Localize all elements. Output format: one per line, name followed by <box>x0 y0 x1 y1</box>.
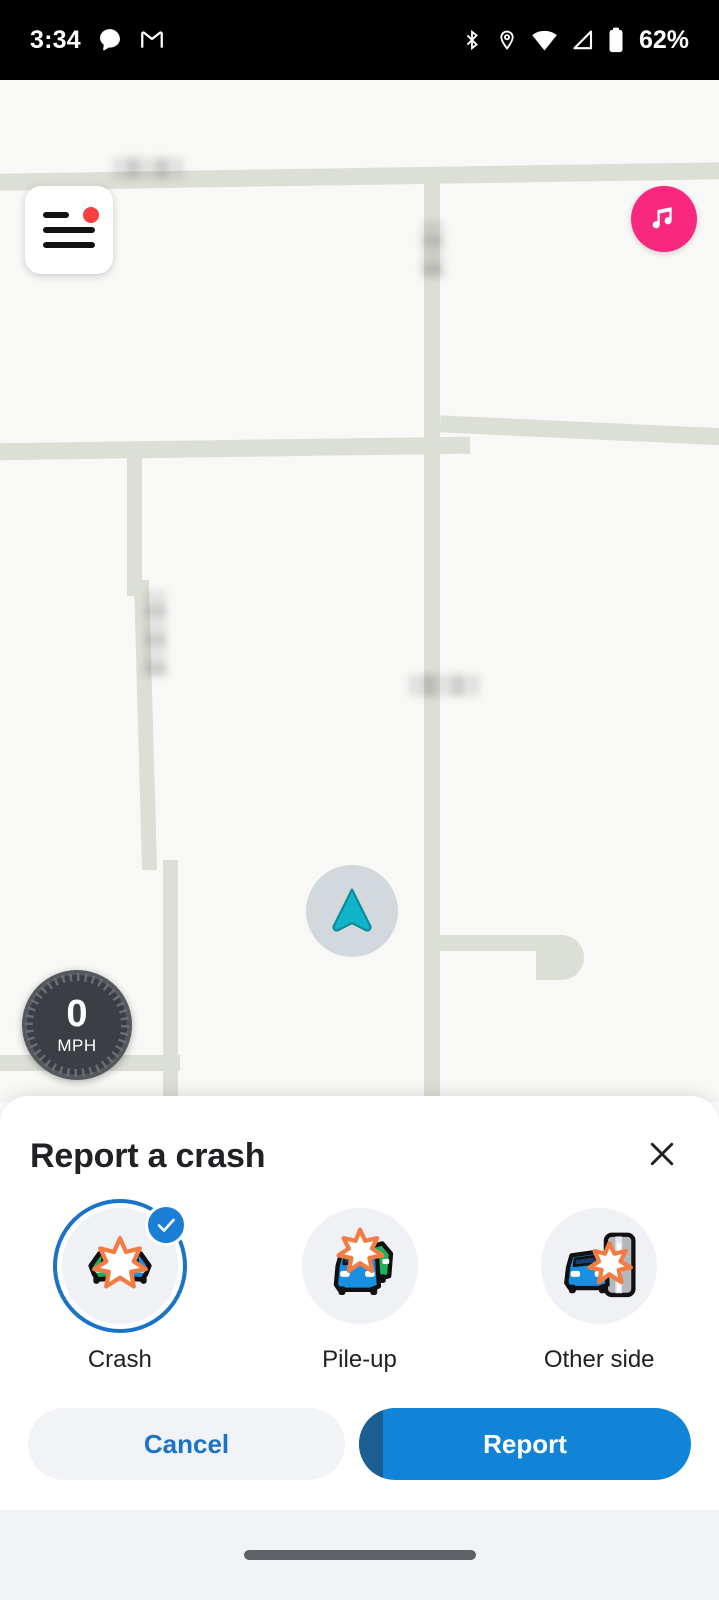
menu-button[interactable] <box>25 186 113 274</box>
status-bar-clock: 3:34 <box>30 26 81 55</box>
crash-type-option-other-side[interactable]: Other side <box>479 1208 719 1374</box>
home-indicator[interactable] <box>244 1550 476 1560</box>
report-button-label: Report <box>483 1429 567 1460</box>
close-button[interactable] <box>635 1129 689 1183</box>
close-icon <box>644 1136 680 1177</box>
crash-type-options: Crash <box>0 1208 719 1374</box>
cancel-button[interactable]: Cancel <box>28 1408 345 1480</box>
battery-icon <box>608 27 624 53</box>
cancel-button-label: Cancel <box>144 1429 229 1460</box>
status-bar-right: 62% <box>461 26 689 55</box>
option-icon-circle[interactable] <box>62 1208 178 1324</box>
map-road <box>440 415 719 445</box>
status-bar-left: 3:34 <box>30 26 165 55</box>
map-street-label: ░▒░▒░ <box>408 675 480 697</box>
map-road <box>0 437 470 461</box>
option-icon-circle[interactable] <box>302 1208 418 1324</box>
speedometer-value: 0 <box>66 995 87 1033</box>
map-road <box>127 452 142 596</box>
option-label: Pile-up <box>322 1346 397 1374</box>
bluetooth-icon <box>461 28 483 52</box>
map-road <box>424 168 440 1102</box>
map-street-label: ░▒░▒ <box>421 220 443 278</box>
system-navigation-bar <box>0 1510 719 1600</box>
option-label: Crash <box>88 1346 152 1374</box>
option-icon-circle[interactable] <box>541 1208 657 1324</box>
crash-type-option-crash[interactable]: Crash <box>0 1208 240 1374</box>
notification-dot <box>83 207 99 223</box>
report-progress-indicator <box>359 1408 383 1480</box>
map-street-label: ░▒░▒░▒ <box>144 590 166 677</box>
battery-percentage: 62% <box>639 26 689 55</box>
speedometer-unit: MPH <box>57 1036 96 1056</box>
report-button[interactable]: Report <box>359 1408 691 1480</box>
sheet-title: Report a crash <box>30 1137 265 1176</box>
report-crash-sheet: Report a crash <box>0 1096 719 1510</box>
map-canvas[interactable]: ░▒░▒░ ░▒░▒ ░▒░▒░▒ ░▒░▒░ 0 <box>0 80 719 1102</box>
cellular-signal-icon <box>571 29 595 51</box>
app-root: 3:34 62% <box>0 0 719 1600</box>
sheet-actions: Cancel Report <box>0 1408 719 1480</box>
option-label: Other side <box>544 1346 655 1374</box>
sheet-header: Report a crash <box>0 1096 719 1216</box>
other-side-crash-icon <box>556 1221 642 1312</box>
selected-check-badge <box>145 1204 187 1246</box>
location-icon <box>496 28 518 52</box>
map-road <box>536 935 584 980</box>
crash-type-option-pile-up[interactable]: Pile-up <box>240 1208 480 1374</box>
map-road <box>0 162 719 191</box>
music-button[interactable] <box>631 186 697 252</box>
hamburger-menu-icon <box>43 212 95 248</box>
speedometer: 0 MPH <box>22 970 132 1080</box>
status-bar: 3:34 62% <box>0 0 719 80</box>
music-note-icon <box>647 200 681 239</box>
messages-bubble-icon <box>97 27 123 53</box>
pile-up-cars-icon <box>317 1221 403 1312</box>
wifi-icon <box>531 29 558 51</box>
navigation-arrow-icon <box>326 883 378 940</box>
map-street-label: ░▒░▒░ <box>112 158 184 180</box>
gmail-icon <box>139 27 165 53</box>
navigation-arrow-puck <box>306 865 398 957</box>
map-road <box>438 935 548 951</box>
